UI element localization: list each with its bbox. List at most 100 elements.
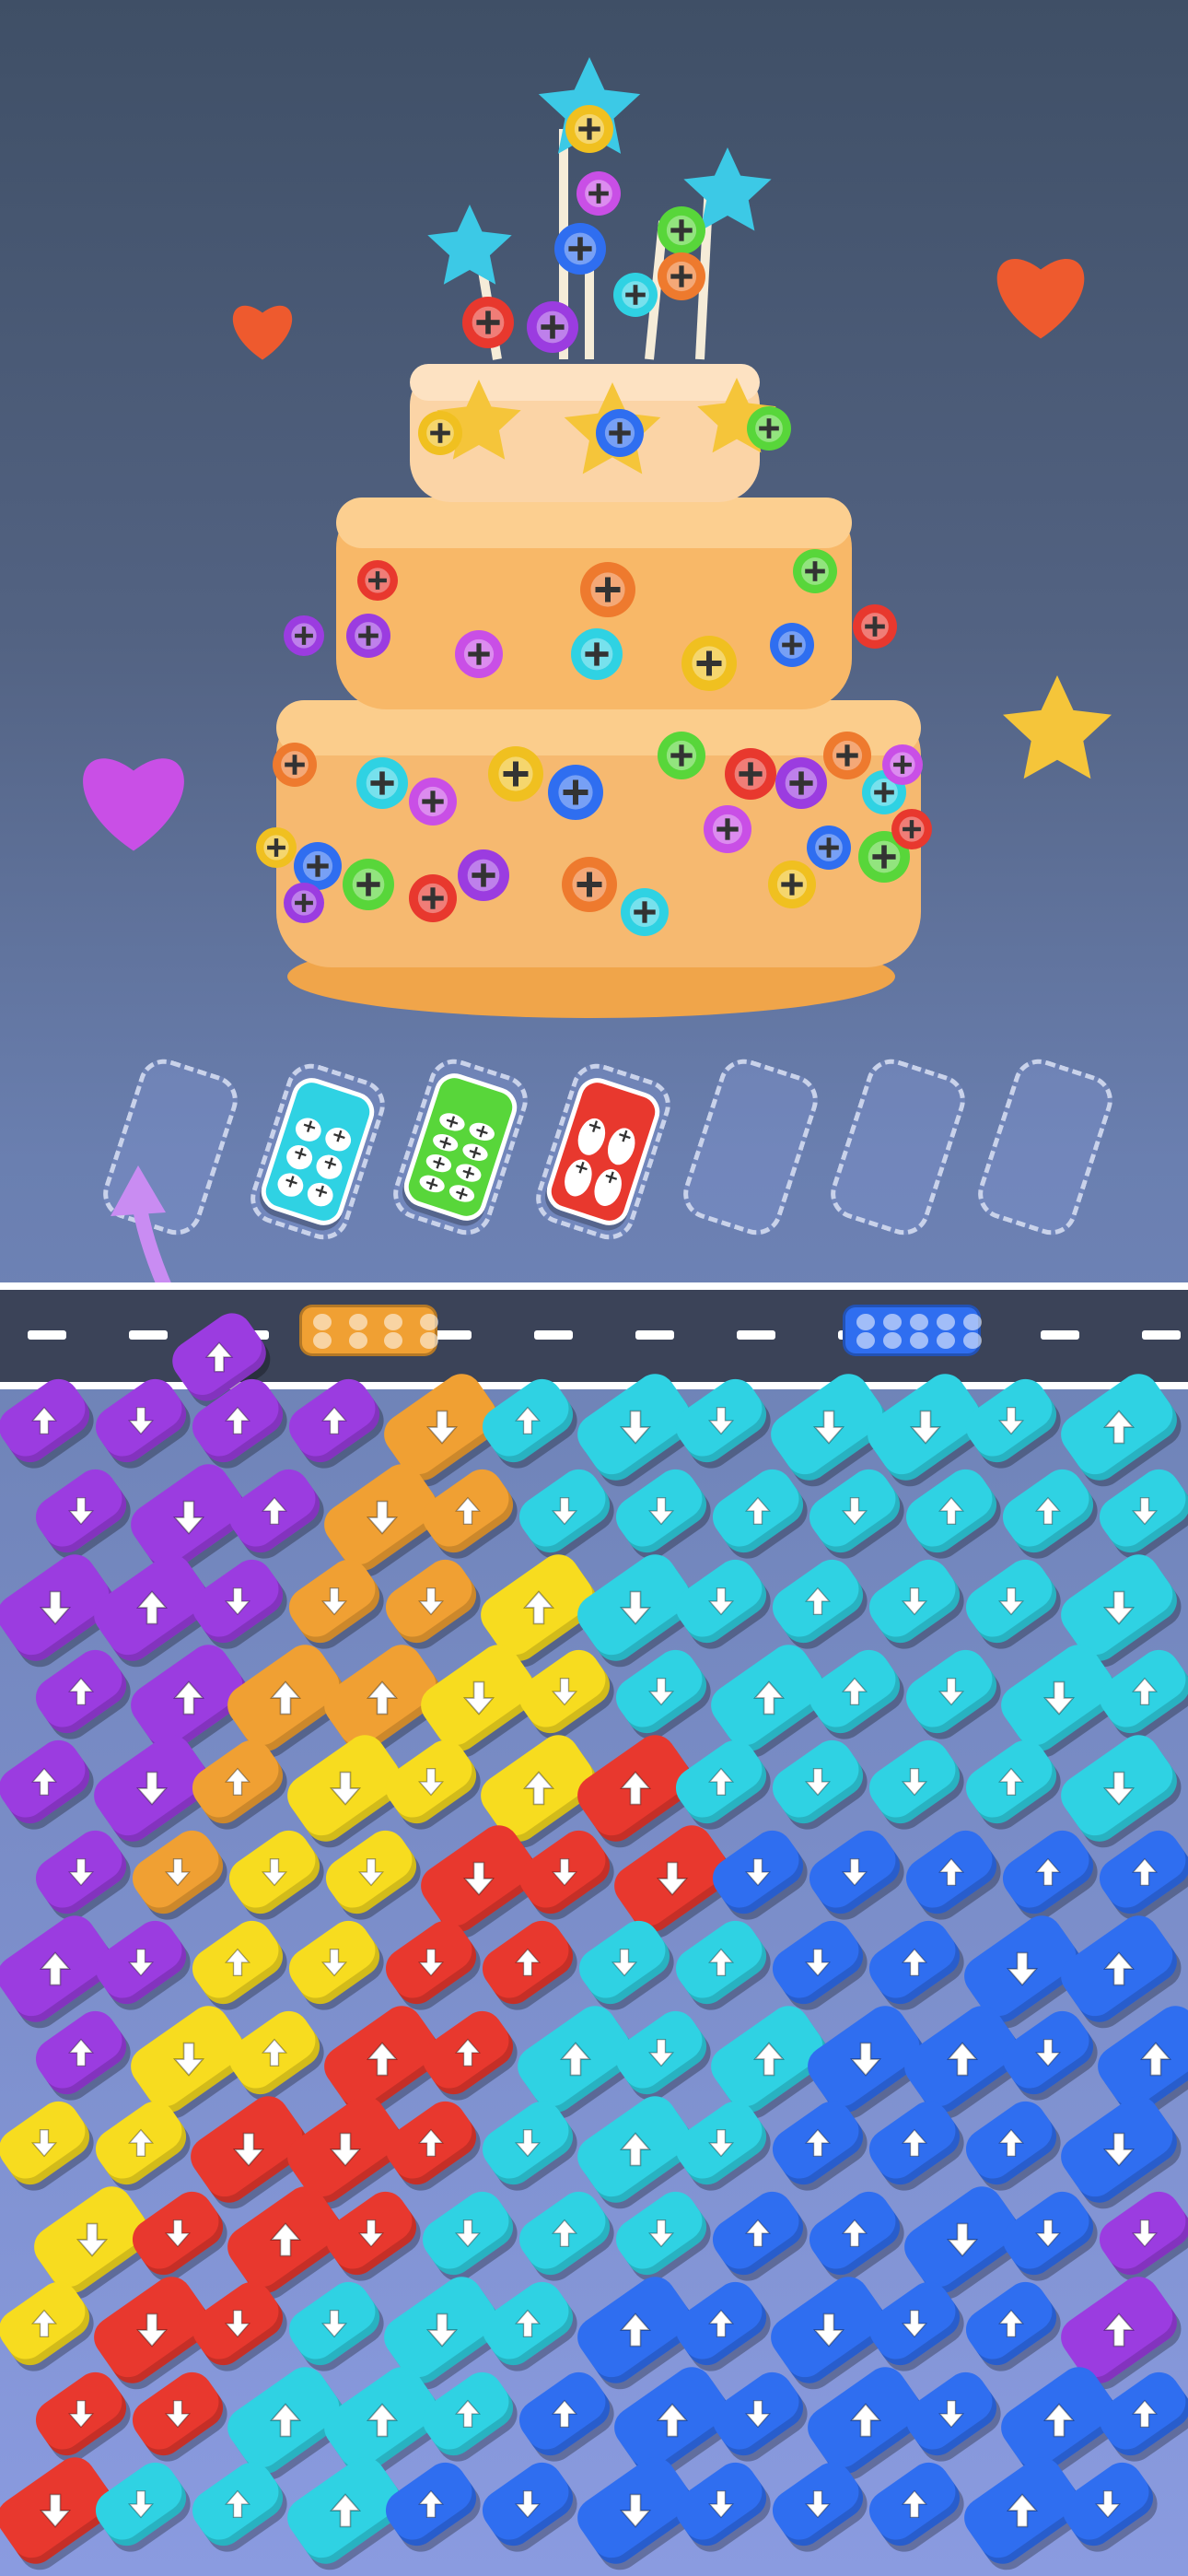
car-blue[interactable] xyxy=(861,2454,968,2554)
car-blue[interactable] xyxy=(705,2364,811,2464)
arrow-icon xyxy=(841,1857,868,1887)
car-purple[interactable] xyxy=(0,1732,98,1832)
car-cyan[interactable] xyxy=(474,1371,581,1470)
car-cyan[interactable] xyxy=(801,1642,908,1741)
car-cyan[interactable] xyxy=(668,1913,775,2012)
car-cyan[interactable] xyxy=(995,1461,1101,1561)
car-cyan[interactable] xyxy=(764,1732,871,1832)
arrow-icon xyxy=(997,1767,1025,1797)
car-cyan[interactable] xyxy=(898,1642,1005,1741)
arrow-icon xyxy=(224,1587,251,1616)
car-cyan[interactable] xyxy=(511,2184,618,2283)
car-cyan[interactable] xyxy=(668,1551,775,1651)
bus-seat xyxy=(384,1332,403,1349)
arrow-icon xyxy=(30,2309,58,2338)
arrow-icon xyxy=(804,1948,832,1977)
car-purple[interactable] xyxy=(87,1371,194,1470)
arrow-icon xyxy=(804,2128,832,2158)
arrow-icon xyxy=(619,1771,652,1806)
car-blue[interactable] xyxy=(764,1913,871,2012)
car-red[interactable] xyxy=(474,1913,581,2012)
bus-seat xyxy=(856,1314,875,1330)
arrow-icon xyxy=(417,1948,445,1977)
car-blue[interactable] xyxy=(705,2184,811,2283)
car-blue[interactable] xyxy=(474,2454,581,2554)
car-cyan[interactable] xyxy=(511,1461,618,1561)
arrow-icon xyxy=(707,1948,735,1977)
car-red[interactable] xyxy=(28,2364,134,2464)
car-blue[interactable] xyxy=(898,2364,1005,2464)
arrow-icon xyxy=(707,1406,735,1435)
car-purple[interactable] xyxy=(28,1822,134,1922)
arrow-icon xyxy=(514,2309,542,2338)
car-cyan[interactable] xyxy=(705,1461,811,1561)
arrow-icon xyxy=(357,1857,385,1887)
arrow-icon xyxy=(329,2132,362,2167)
car-blue[interactable] xyxy=(511,2364,618,2464)
car-cyan[interactable] xyxy=(668,1371,775,1470)
parking-lot xyxy=(0,1305,1188,2576)
bus-seat xyxy=(910,1332,928,1349)
car-blue[interactable] xyxy=(801,1822,908,1922)
arrow-icon xyxy=(67,1857,95,1887)
arrow-icon xyxy=(647,2038,675,2067)
car-cyan[interactable] xyxy=(474,2274,581,2373)
car-red[interactable] xyxy=(414,2003,521,2102)
car-orange[interactable] xyxy=(378,1551,484,1651)
car-blue[interactable] xyxy=(1054,2454,1161,2554)
arrow-icon xyxy=(938,1677,965,1706)
arrow-icon xyxy=(707,2128,735,2158)
car-blue[interactable] xyxy=(958,2274,1065,2373)
car-purple[interactable] xyxy=(221,1461,328,1561)
arrow-icon xyxy=(164,2219,192,2248)
car-cyan[interactable] xyxy=(281,2274,388,2373)
car-purple[interactable] xyxy=(281,1371,388,1470)
car-cyan[interactable] xyxy=(861,1551,968,1651)
car-red[interactable] xyxy=(124,2184,231,2283)
arrow-icon xyxy=(172,1500,205,1535)
car-blue[interactable] xyxy=(668,2454,775,2554)
car-blue[interactable] xyxy=(668,2274,775,2373)
car-yellow[interactable] xyxy=(184,1913,291,2012)
car-cyan[interactable] xyxy=(764,1551,871,1651)
arrow-icon xyxy=(164,2399,192,2429)
car-blue[interactable] xyxy=(898,1822,1005,1922)
car-purple[interactable] xyxy=(0,1371,98,1470)
car-yellow[interactable] xyxy=(221,2003,328,2102)
car-cyan[interactable] xyxy=(861,1732,968,1832)
road-bus-blue xyxy=(843,1305,982,1356)
car-blue[interactable] xyxy=(705,1822,811,1922)
arrow-icon xyxy=(1034,1857,1062,1887)
arrow-icon xyxy=(320,1948,348,1977)
car-yellow[interactable] xyxy=(281,1913,388,2012)
car-yellow[interactable] xyxy=(221,1822,328,1922)
arrow-icon xyxy=(804,2489,832,2519)
arrow-icon xyxy=(366,2042,399,2077)
car-cyan[interactable] xyxy=(87,2454,194,2554)
car-purple[interactable] xyxy=(87,1913,194,2012)
arrow-icon xyxy=(127,2128,155,2158)
car-red[interactable] xyxy=(378,2093,484,2193)
car-blue[interactable] xyxy=(801,2184,908,2283)
arrow-icon xyxy=(417,2128,445,2158)
car-purple[interactable] xyxy=(184,1551,291,1651)
arrow-icon xyxy=(224,1767,251,1797)
car-cyan[interactable] xyxy=(608,2003,715,2102)
bus-seat xyxy=(384,1314,403,1330)
car-purple[interactable] xyxy=(28,1461,134,1561)
car-blue[interactable] xyxy=(958,2093,1065,2193)
arrow-icon xyxy=(522,1590,555,1625)
car-cyan[interactable] xyxy=(414,2184,521,2283)
car-blue[interactable] xyxy=(861,1913,968,2012)
arrow-icon xyxy=(997,2309,1025,2338)
car-blue[interactable] xyxy=(995,1822,1101,1922)
arrow-icon xyxy=(946,2042,979,2077)
car-blue[interactable] xyxy=(995,2184,1101,2283)
lane-marking xyxy=(129,1330,168,1340)
car-cyan[interactable] xyxy=(958,1371,1065,1470)
car-yellow[interactable] xyxy=(0,2093,98,2193)
arrow-icon xyxy=(744,2399,772,2429)
car-cyan[interactable] xyxy=(958,1551,1065,1651)
car-blue[interactable] xyxy=(378,2454,484,2554)
arrow-icon xyxy=(1042,2403,1076,2438)
